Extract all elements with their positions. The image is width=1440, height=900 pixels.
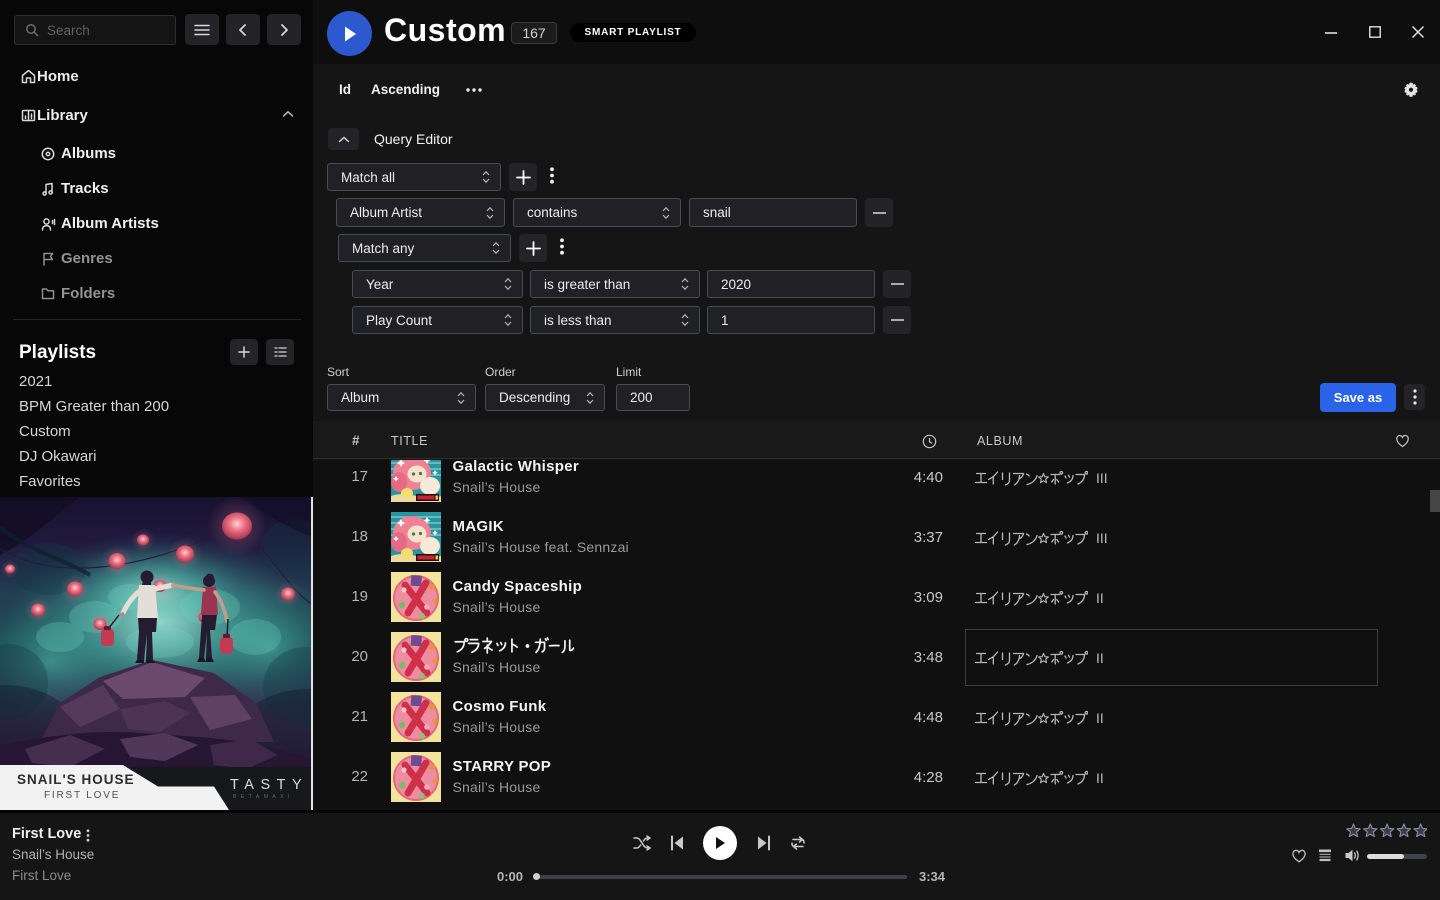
svg-text:FIRST LOVE: FIRST LOVE	[44, 790, 120, 801]
svg-text:SNAIL'S HOUSE: SNAIL'S HOUSE	[17, 772, 134, 787]
svg-text:TASTY: TASTY	[230, 777, 308, 793]
svg-text:BETAMAXI: BETAMAXI	[233, 794, 294, 800]
